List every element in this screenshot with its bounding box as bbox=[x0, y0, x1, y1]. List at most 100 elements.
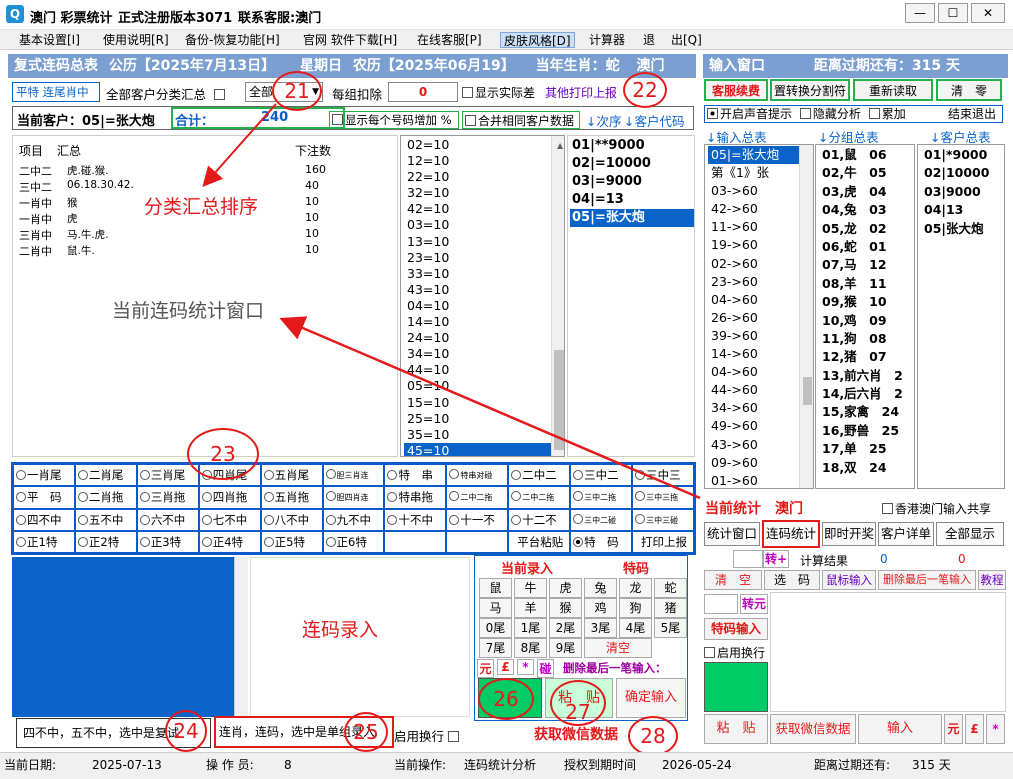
convert-plus-button[interactable]: 转+ bbox=[763, 550, 789, 568]
list-item[interactable]: 03->60 bbox=[708, 182, 799, 200]
status-auth: 2026-05-24 bbox=[662, 758, 732, 772]
list-item[interactable]: 18,双 24 bbox=[819, 459, 914, 477]
calc-result-label: 计算结果 bbox=[800, 554, 849, 568]
list-item[interactable]: 34->60 bbox=[708, 399, 799, 417]
sound-toggle[interactable]: 开启声音提示 bbox=[707, 107, 792, 121]
list-item[interactable]: 01->60 bbox=[708, 472, 799, 488]
arrow-to-window bbox=[279, 316, 701, 500]
right-input-button[interactable]: 输入 bbox=[858, 714, 942, 744]
list-item[interactable]: 04->60 bbox=[708, 291, 799, 309]
list-item[interactable]: 13,前六肖 2 bbox=[819, 367, 914, 385]
right-wrap-toggle[interactable]: 启用换行 bbox=[704, 644, 765, 661]
tab-lianma-stat[interactable]: 连码统计 bbox=[762, 520, 820, 548]
right-paste-button[interactable]: 粘 贴 bbox=[704, 714, 768, 744]
list-item[interactable]: 01,鼠 06 bbox=[819, 146, 914, 164]
list-item[interactable]: 03|9000 bbox=[921, 183, 1004, 201]
list-item[interactable]: 49->60 bbox=[708, 417, 799, 435]
list-item[interactable]: 12,猪 07 bbox=[819, 348, 914, 366]
list-item[interactable]: 43->60 bbox=[708, 436, 799, 454]
tutorial-button[interactable]: 教程 bbox=[978, 570, 1006, 590]
list-item[interactable]: 07,马 12 bbox=[819, 256, 914, 274]
list-item[interactable]: 14->60 bbox=[708, 345, 799, 363]
right-wrap-checkbox[interactable] bbox=[704, 647, 715, 658]
status-op-label: 当前操作: bbox=[394, 758, 447, 772]
expire-header: 距离过期还有：315 天 bbox=[813, 58, 960, 74]
list-item[interactable]: 42->60 bbox=[708, 200, 799, 218]
list-item[interactable]: 23->60 bbox=[708, 273, 799, 291]
mouse-input-button[interactable]: 鼠标输入 bbox=[822, 570, 876, 590]
current-stat-title: 当前统计 澳门 bbox=[705, 501, 803, 517]
list-item[interactable]: 05|张大炮 bbox=[921, 220, 1004, 238]
list-item[interactable]: 02->60 bbox=[708, 255, 799, 273]
list-item[interactable]: 08,羊 11 bbox=[819, 275, 914, 293]
right-symbol-star[interactable]: * bbox=[986, 714, 1005, 744]
separator-button[interactable]: 置转换分割符 bbox=[770, 79, 850, 101]
tab-stat-window[interactable]: 统计窗口 bbox=[704, 522, 760, 546]
arrow-to-summary bbox=[202, 103, 277, 187]
list-item[interactable]: 02|10000 bbox=[921, 164, 1004, 182]
status-operator: 8 bbox=[284, 758, 292, 772]
hide-toggle[interactable]: 隐藏分析 bbox=[799, 107, 861, 121]
list-item[interactable]: 04|13 bbox=[921, 201, 1004, 219]
tema-input-label: 特码输入 bbox=[704, 618, 768, 640]
accumulate-checkbox[interactable] bbox=[868, 108, 880, 119]
right-symbol-pound[interactable]: £ bbox=[965, 714, 984, 744]
status-date-label: 当前日期: bbox=[4, 758, 57, 772]
list-item[interactable]: 26->60 bbox=[708, 309, 799, 327]
tab-live-draw[interactable]: 即时开奖 bbox=[822, 522, 876, 546]
tab-show-all[interactable]: 全部显示 bbox=[936, 522, 1004, 546]
right-symbol-yuan[interactable]: 元 bbox=[944, 714, 963, 744]
clear-button[interactable]: 清 空 bbox=[704, 570, 762, 590]
list-item[interactable]: 04->60 bbox=[708, 363, 799, 381]
list-item[interactable]: 19->60 bbox=[708, 236, 799, 254]
hk-share-checkbox[interactable] bbox=[882, 503, 893, 514]
list-item[interactable]: 01|*9000 bbox=[921, 146, 1004, 164]
clear-zero-button[interactable]: 清 零 bbox=[936, 79, 1002, 101]
delete-last-button[interactable]: 删除最后一笔输入 bbox=[878, 570, 976, 590]
input-window-header: 输入窗口 距离过期还有：315 天 bbox=[703, 54, 1008, 78]
calc-result-value-1: 0 bbox=[880, 552, 888, 566]
to-yuan-button[interactable]: 转元 bbox=[740, 594, 768, 614]
exit-button[interactable]: 结束退出 bbox=[948, 106, 996, 122]
list-item[interactable]: 17,单 25 bbox=[819, 440, 914, 458]
renew-button[interactable]: 客服续费 bbox=[704, 79, 768, 101]
group-total-list[interactable]: 01,鼠 06 02,牛 05 03,虎 04 04,兔 03 05,龙 02 06,蛇 … bbox=[815, 144, 915, 489]
list-item[interactable]: 09->60 bbox=[708, 454, 799, 472]
status-op: 连码统计分析 bbox=[464, 758, 537, 772]
right-green-button[interactable] bbox=[704, 662, 768, 712]
sound-checkbox[interactable] bbox=[707, 108, 718, 119]
list-item[interactable]: 05|=张大炮 bbox=[708, 146, 799, 165]
list-item[interactable]: 16,野兽 25 bbox=[819, 422, 914, 440]
tab-customer-detail[interactable]: 客户详单 bbox=[878, 522, 934, 546]
list-item[interactable]: 10,鸡 09 bbox=[819, 312, 914, 330]
list-item[interactable]: 44->60 bbox=[708, 381, 799, 399]
list-item[interactable]: 14,后六肖 2 bbox=[819, 385, 914, 403]
list-item[interactable]: 06,蛇 01 bbox=[819, 238, 914, 256]
list-item[interactable]: 03,虎 04 bbox=[819, 183, 914, 201]
list-item[interactable]: 39->60 bbox=[708, 327, 799, 345]
customer-total-list[interactable]: 01|*9000 02|10000 03|9000 04|13 05|张大炮 bbox=[917, 144, 1005, 489]
yuan-input[interactable] bbox=[704, 594, 738, 614]
list-item[interactable]: 15,家禽 24 bbox=[819, 403, 914, 421]
list-item[interactable]: 04,兔 03 bbox=[819, 201, 914, 219]
hide-checkbox[interactable] bbox=[799, 108, 811, 119]
list-item[interactable]: 第《1》张 bbox=[708, 164, 799, 182]
input-list-scrollbar[interactable] bbox=[799, 145, 813, 488]
right-wechat-button[interactable]: 获取微信数据 bbox=[770, 714, 856, 744]
reload-button[interactable]: 重新读取 bbox=[853, 79, 933, 101]
input-window-title: 输入窗口 bbox=[709, 58, 765, 74]
select-code-button[interactable]: 选 码 bbox=[764, 570, 820, 590]
accumulate-toggle[interactable]: 累加 bbox=[868, 107, 906, 121]
list-item[interactable]: 11->60 bbox=[708, 218, 799, 236]
list-item[interactable]: 09,猴 10 bbox=[819, 293, 914, 311]
list-item[interactable]: 02,牛 05 bbox=[819, 164, 914, 182]
list-item[interactable]: 11,狗 08 bbox=[819, 330, 914, 348]
right-entry-pane[interactable] bbox=[770, 592, 1006, 712]
input-total-list[interactable]: 05|=张大炮 第《1》张 03->60 42->60 11->60 19->60 02->… bbox=[704, 144, 814, 489]
options-row: 开启声音提示 隐藏分析 累加 结束退出 bbox=[704, 105, 1003, 123]
status-expire-label: 距离过期还有: bbox=[814, 758, 891, 772]
status-operator-label: 操 作 员: bbox=[206, 758, 254, 772]
hk-share-toggle[interactable]: 香港澳门输入共享 bbox=[882, 500, 991, 517]
convert-input[interactable] bbox=[733, 550, 763, 568]
list-item[interactable]: 05,龙 02 bbox=[819, 220, 914, 238]
